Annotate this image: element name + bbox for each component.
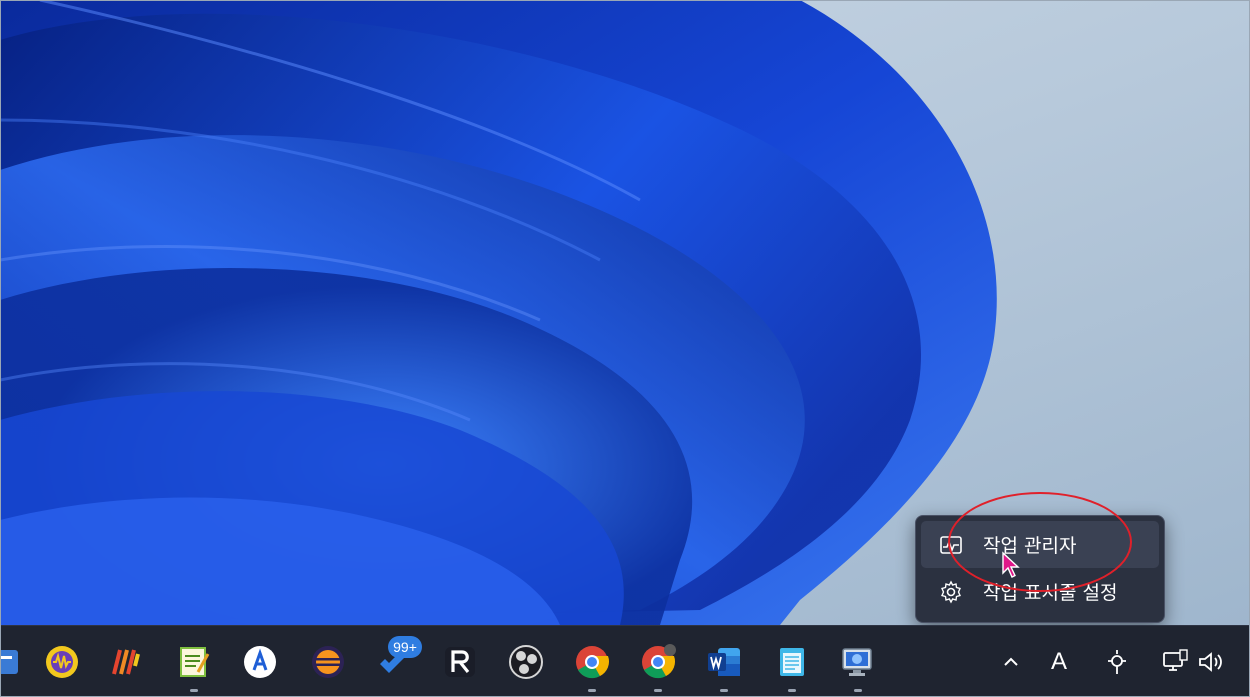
task-manager-icon <box>940 536 962 554</box>
menu-item-taskbar-settings[interactable]: 작업 표시줄 설정 <box>921 568 1159 615</box>
chrome-icon[interactable] <box>572 642 612 692</box>
obs-studio-icon[interactable] <box>506 642 546 682</box>
r-app-icon[interactable] <box>440 642 480 682</box>
volume-icon <box>1199 652 1222 672</box>
brightness-icon <box>1108 650 1126 674</box>
eclipse-ide-icon[interactable] <box>308 642 348 682</box>
word-icon[interactable] <box>704 642 744 692</box>
network-icon <box>1163 649 1188 671</box>
gear-icon <box>941 580 961 604</box>
running-indicator <box>788 689 796 692</box>
input-mode-label: A <box>1050 648 1067 675</box>
chevron-up-icon <box>1004 657 1018 666</box>
running-indicator <box>588 689 596 692</box>
mouse-cursor-icon <box>1002 551 1020 578</box>
volume-button[interactable] <box>1196 626 1226 697</box>
menu-item-label: 작업 표시줄 설정 <box>983 582 1118 604</box>
running-indicator <box>190 689 198 692</box>
brightness-button[interactable] <box>1100 626 1134 697</box>
notes-app-icon[interactable] <box>772 642 812 692</box>
notepad-editor-icon[interactable] <box>174 642 214 692</box>
show-hidden-icons-button[interactable] <box>996 626 1026 697</box>
network-button[interactable] <box>1158 626 1192 697</box>
running-indicator <box>654 689 662 692</box>
stripes-app-icon[interactable] <box>106 642 146 682</box>
input-mode-indicator[interactable]: A <box>1040 626 1078 697</box>
running-indicator <box>720 689 728 692</box>
taskbar: 99+ A <box>0 625 1250 697</box>
remote-desktop-icon[interactable] <box>838 642 878 692</box>
notification-badge: 99+ <box>388 636 422 658</box>
audio-wave-app-icon[interactable] <box>42 642 82 682</box>
taskbar-context-menu: 작업 관리자 작업 표시줄 설정 <box>915 515 1165 623</box>
running-indicator <box>854 689 862 692</box>
partial-app-icon[interactable] <box>0 642 26 682</box>
chrome-profile-icon[interactable] <box>638 642 678 692</box>
todo-app-icon[interactable]: 99+ <box>374 636 422 682</box>
circle-a-app-icon[interactable] <box>240 642 280 682</box>
menu-item-task-manager[interactable]: 작업 관리자 <box>921 521 1159 568</box>
menu-item-label: 작업 관리자 <box>983 535 1077 557</box>
